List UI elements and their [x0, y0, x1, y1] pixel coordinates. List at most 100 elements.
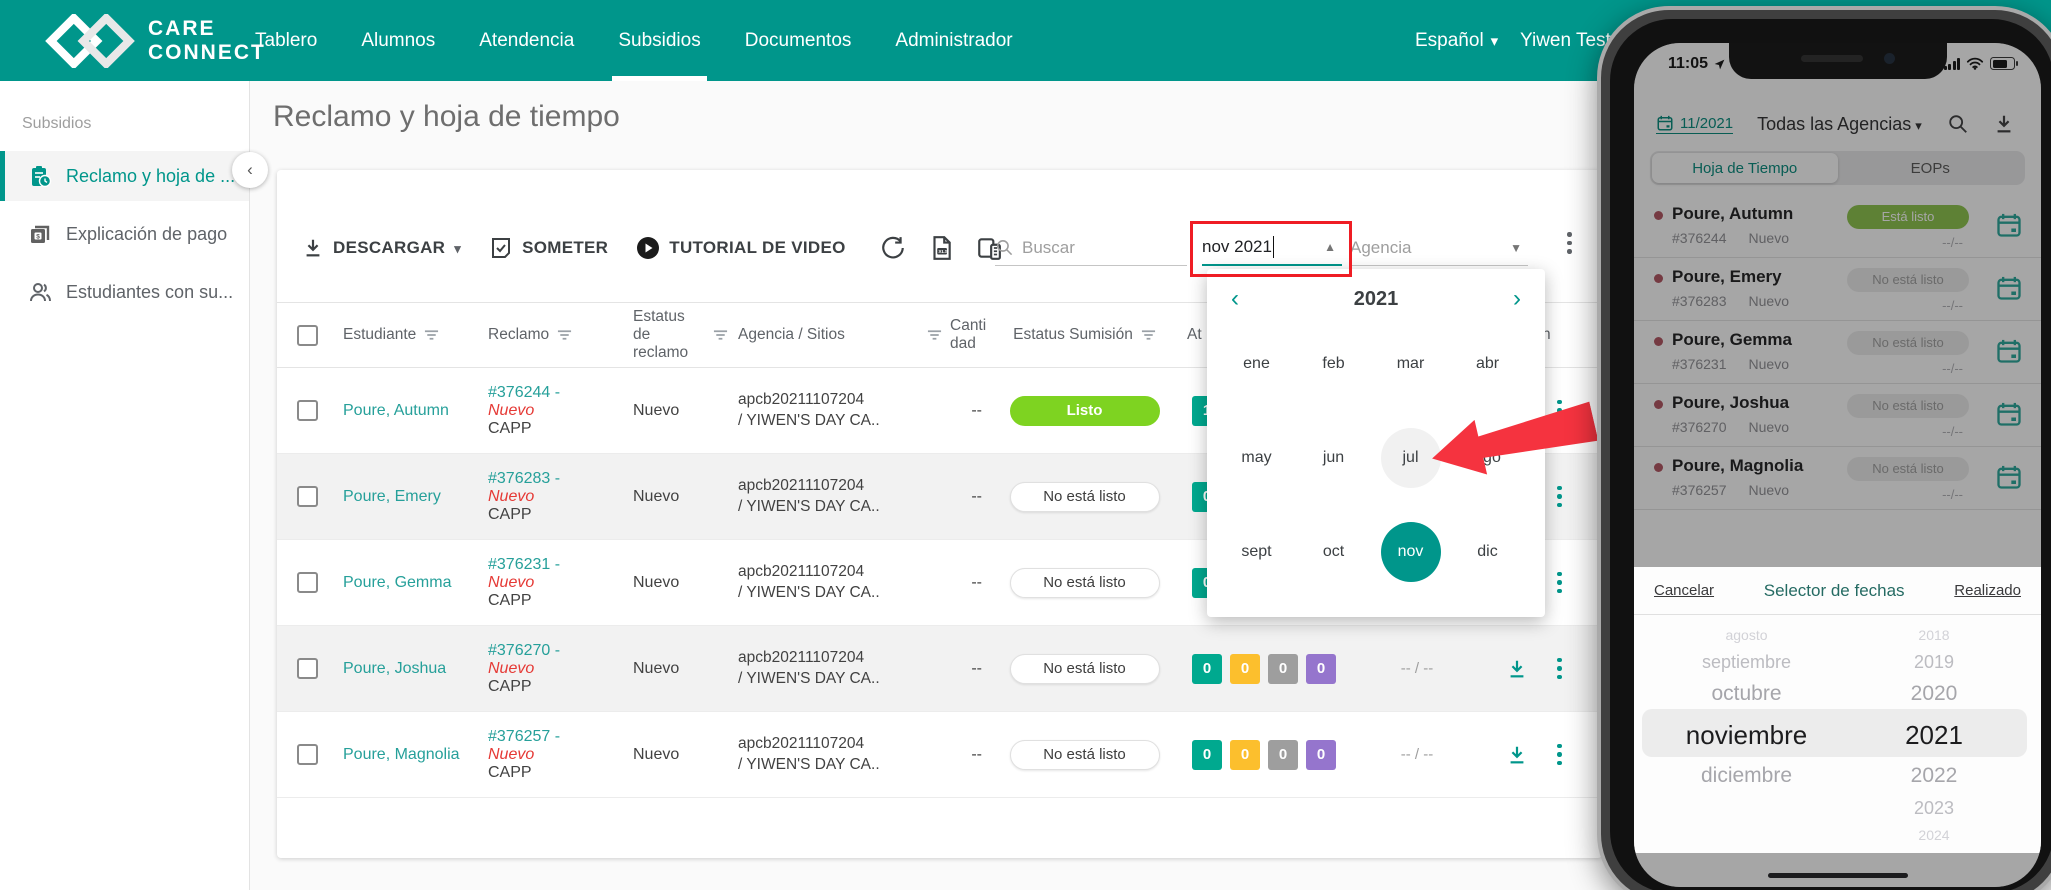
- agency-code: apcb20211107204: [738, 563, 865, 581]
- month-cell-feb[interactable]: feb: [1295, 317, 1372, 411]
- claim-link[interactable]: #376283 -: [488, 470, 627, 488]
- month-cell-may[interactable]: may: [1218, 411, 1295, 505]
- month-cell-mar[interactable]: mar: [1372, 317, 1449, 411]
- claim-link[interactable]: #376257 -: [488, 728, 627, 746]
- row-download-icon[interactable]: [1506, 658, 1528, 680]
- month-cell-oct[interactable]: oct: [1295, 505, 1372, 599]
- claim-status: Nuevo: [633, 401, 680, 419]
- search-field[interactable]: [995, 230, 1187, 266]
- toolbar-overflow-menu[interactable]: [1567, 232, 1572, 254]
- nav-alumnos[interactable]: Alumnos: [361, 0, 435, 81]
- agency-select[interactable]: Agencia ▼: [1350, 230, 1528, 266]
- col-cantidad[interactable]: Cantidad: [950, 317, 992, 353]
- nav-tablero[interactable]: Tablero: [255, 0, 317, 81]
- row-checkbox[interactable]: [297, 486, 318, 507]
- month-cell-ene[interactable]: ene: [1218, 317, 1295, 411]
- export-xls-icon[interactable]: XLS: [928, 235, 954, 261]
- nav-subsidios[interactable]: Subsidios: [612, 0, 708, 81]
- table-row[interactable]: Poure, Joshua #376270 - Nuevo CAPP Nuevo a…: [277, 626, 1602, 712]
- submission-status-badge: Listo: [1009, 395, 1160, 426]
- agency-code: apcb20211107204: [738, 735, 865, 753]
- student-link[interactable]: Poure, Magnolia: [343, 746, 460, 763]
- claim-link[interactable]: #376231 -: [488, 556, 627, 574]
- student-link[interactable]: Poure, Emery: [343, 488, 441, 505]
- col-agencia[interactable]: Agencia / Sitios: [738, 326, 845, 344]
- month-cell-sept[interactable]: sept: [1218, 505, 1295, 599]
- chevron-down-icon: [454, 238, 461, 258]
- sidebar-item-explicacion[interactable]: $ Explicación de pago: [0, 209, 249, 259]
- select-all-checkbox[interactable]: [297, 324, 318, 346]
- search-input[interactable]: [1022, 237, 1172, 258]
- submit-button[interactable]: SOMETER: [489, 236, 608, 260]
- amount-cell: --: [971, 573, 982, 591]
- next-year-button[interactable]: ›: [1513, 287, 1521, 311]
- submit-check-icon: [492, 238, 511, 258]
- student-link[interactable]: Poure, Autumn: [343, 402, 449, 419]
- chevron-down-icon: ▼: [1510, 240, 1522, 255]
- col-estudiante[interactable]: Estudiante: [343, 326, 416, 344]
- month-cell-jul[interactable]: jul: [1372, 411, 1449, 505]
- table-row[interactable]: Poure, Magnolia #376257 - Nuevo CAPP Nuevo…: [277, 712, 1602, 798]
- row-menu-button[interactable]: [1542, 571, 1577, 594]
- month-cell-ago[interactable]: ago: [1449, 411, 1526, 505]
- month-filter-field[interactable]: nov 2021 ▲: [1202, 230, 1342, 266]
- row-download-icon[interactable]: [1506, 744, 1528, 766]
- toolbar-icon-group: XLS: [880, 235, 1002, 261]
- brand[interactable]: CARE CONNECT: [44, 14, 266, 68]
- month-cell-dic[interactable]: dic: [1449, 505, 1526, 599]
- col-estatus-reclamo[interactable]: Estatus de reclamo: [633, 308, 705, 362]
- chevron-up-icon[interactable]: ▲: [1324, 240, 1336, 254]
- month-cell-nov[interactable]: nov: [1372, 505, 1449, 599]
- picker-year-label: 2021: [1353, 287, 1399, 310]
- amount-cell: --: [971, 745, 982, 763]
- claim-type: CAPP: [488, 505, 532, 523]
- attendance-count-badge: 0: [1230, 653, 1260, 684]
- prev-year-button[interactable]: ‹: [1231, 287, 1239, 311]
- home-indicator[interactable]: [1767, 873, 1908, 878]
- video-tutorial-button[interactable]: TUTORIAL DE VIDEO: [636, 236, 845, 260]
- nav-administrador[interactable]: Administrador: [895, 0, 1012, 81]
- nav-atendencia[interactable]: Atendencia: [479, 0, 574, 81]
- row-checkbox[interactable]: [297, 400, 318, 421]
- row-checkbox[interactable]: [297, 744, 318, 765]
- cancel-button[interactable]: Cancelar: [1654, 582, 1714, 599]
- row-menu-button[interactable]: [1542, 399, 1577, 422]
- download-button[interactable]: DESCARGAR: [302, 237, 461, 259]
- row-checkbox[interactable]: [297, 572, 318, 593]
- month-cell-jun[interactable]: jun: [1295, 411, 1372, 505]
- claim-link[interactable]: #376270 -: [488, 642, 627, 660]
- sidebar-collapse-button[interactable]: ‹: [232, 152, 268, 188]
- nav-documentos[interactable]: Documentos: [745, 0, 852, 81]
- agency-site: / YIWEN'S DAY CA..: [738, 583, 880, 601]
- wheel-selected-row: noviembre 2021: [1685, 719, 1963, 750]
- filter-icon[interactable]: [713, 329, 728, 341]
- row-menu-button[interactable]: [1542, 657, 1577, 680]
- filter-icon[interactable]: [424, 329, 439, 341]
- filter-icon[interactable]: [1141, 329, 1156, 341]
- attendance-count-badge: 0: [1268, 653, 1298, 684]
- col-reclamo[interactable]: Reclamo: [488, 326, 549, 344]
- sidebar-item-reclamo[interactable]: Reclamo y hoja de ...: [0, 151, 249, 201]
- student-link[interactable]: Poure, Joshua: [343, 660, 446, 677]
- date-wheel-picker[interactable]: agosto 2018 septiembre 2019 octubre 2020 no…: [1634, 623, 2041, 843]
- row-checkbox[interactable]: [297, 658, 318, 679]
- refresh-icon[interactable]: [880, 235, 906, 261]
- col-estatus-sumision[interactable]: Estatus Sumisión: [1013, 326, 1133, 344]
- language-dropdown[interactable]: Español: [1415, 0, 1498, 81]
- filter-icon[interactable]: [927, 329, 942, 341]
- row-menu-button[interactable]: [1542, 485, 1577, 508]
- sidebar-item-estudiantes[interactable]: Estudiantes con su...: [0, 267, 249, 317]
- care-connect-logo-icon: [45, 14, 135, 68]
- sidebar-item-label: Reclamo y hoja de ...: [66, 165, 236, 186]
- col-atendencia-fragment[interactable]: At: [1187, 326, 1202, 344]
- done-button[interactable]: Realizado: [1954, 582, 2021, 599]
- text-cursor: [1272, 236, 1275, 258]
- download-icon: [302, 237, 324, 259]
- month-cell-abr[interactable]: abr: [1449, 317, 1526, 411]
- row-menu-button[interactable]: [1542, 743, 1577, 766]
- claim-type: CAPP: [488, 591, 532, 609]
- claim-link[interactable]: #376244 -: [488, 384, 627, 402]
- sidebar-section-label: Subsidios: [22, 115, 92, 132]
- student-link[interactable]: Poure, Gemma: [343, 574, 451, 591]
- filter-icon[interactable]: [557, 329, 572, 341]
